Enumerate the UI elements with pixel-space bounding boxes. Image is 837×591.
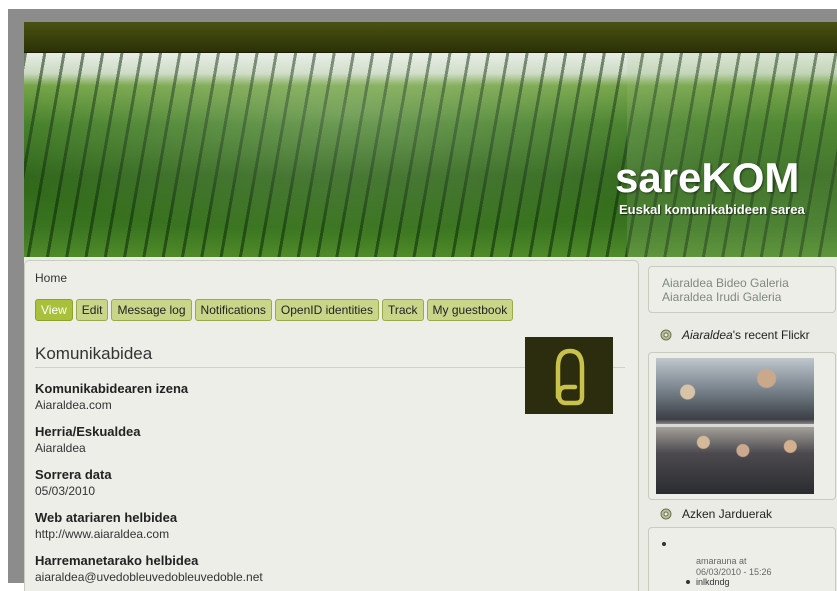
tab-message-log[interactable]: Message log [111,299,192,321]
tab-track[interactable]: Track [381,299,424,321]
link-irudi-galeria[interactable]: Aiaraldea Irudi Galeria [662,290,835,304]
field-harremanetarako-helbidea: Harremanetarako helbidea aiaraldea@uvedo… [35,553,263,584]
activity-date: 06/03/2010 - 15:26 [696,567,772,577]
bullet-icon [662,542,666,546]
tab-edit[interactable]: Edit [75,299,109,321]
link-bideo-galeria[interactable]: Aiaraldea Bideo Galeria [662,276,835,290]
gallery-links-block: Aiaraldea Bideo Galeria Aiaraldea Irudi … [648,266,836,313]
activity-title: Azken Jarduerak [682,507,773,521]
field-list: Komunikabidearen izena Aiaraldea.com Her… [35,381,263,591]
header-banner: sareKOM Euskal komunikabideen sarea [24,53,837,257]
field-komunikabidearen-izena: Komunikabidearen izena Aiaraldea.com [35,381,263,412]
field-web-helbidea: Web atariaren helbidea http://www.aiaral… [35,510,263,541]
field-label: Sorrera data [35,467,112,482]
gear-flower-icon [660,329,672,341]
activity-item[interactable]: inlkdndg [696,577,730,587]
field-label: Komunikabidearen izena [35,381,189,396]
flickr-title-rest: 's recent Flickr [732,328,810,342]
page: sareKOM Euskal komunikabideen sarea Home… [24,22,837,591]
logo-mark-icon [555,348,585,406]
field-herria-eskualdea: Herria/Eskualdea Aiaraldea [35,424,263,455]
flickr-photo[interactable] [656,358,814,494]
gear-flower-icon [660,508,672,520]
tab-openid-identities[interactable]: OpenID identities [274,299,379,321]
field-sorrera-data: Sorrera data 05/03/2010 [35,467,263,498]
field-value: Aiaraldea.com [35,398,112,412]
tab-my-guestbook[interactable]: My guestbook [426,299,514,321]
field-value: Aiaraldea [35,441,86,455]
activity-block: amarauna at 06/03/2010 - 15:26 inlkdndg [648,527,836,591]
flickr-block [648,352,836,500]
flickr-block-title: Aiaraldea's recent Flickr [659,328,810,342]
web-link[interactable]: http://www.aiaraldea.com [35,527,263,541]
photo-divider [656,424,814,427]
tab-bar: View Edit Message log Notifications Open… [35,299,514,321]
field-label: Herria/Eskualdea [35,424,141,439]
breadcrumb-home[interactable]: Home [35,271,67,285]
field-label: Web atariaren helbidea [35,510,178,525]
tab-view[interactable]: View [35,299,73,321]
bullet-icon [686,580,690,584]
activity-block-title: Azken Jarduerak [659,507,772,521]
email-link[interactable]: aiaraldea@uvedobleuvedobleuvedoble.net [35,570,263,584]
site-slogan: Euskal komunikabideen sarea [619,202,805,217]
site-name[interactable]: sareKOM [615,154,799,202]
main-content: Home View Edit Message log Notifications… [24,260,639,591]
media-logo [525,337,613,414]
top-bar [24,22,837,53]
activity-user[interactable]: amarauna at [696,556,747,566]
tab-notifications[interactable]: Notifications [194,299,272,321]
field-value: 05/03/2010 [35,484,96,498]
field-label: Harremanetarako helbidea [35,553,199,568]
flickr-owner: Aiaraldea [682,328,733,342]
